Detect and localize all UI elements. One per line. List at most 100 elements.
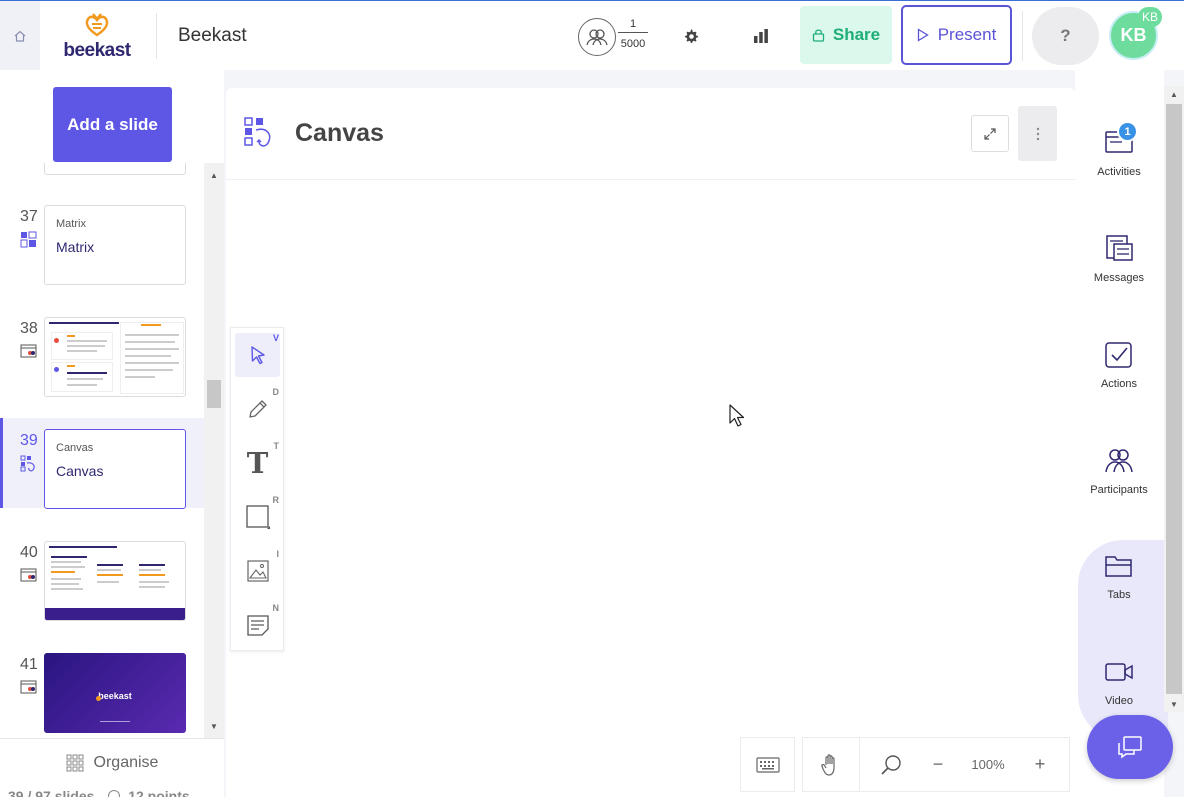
shortcut-key: V [272,333,279,343]
zoom-level: 100% [971,757,1005,772]
app-title: Beekast [178,25,247,46]
slides-panel: Add a slide 37 Matrix Matrix 38 39 Canva… [0,70,224,797]
participants-count-icon-wrap [578,18,616,56]
slide-thumbnail[interactable] [44,317,186,397]
organise-button[interactable]: Organise [0,738,224,786]
note-tool[interactable]: N [235,603,280,647]
text-tool[interactable]: T T [235,441,280,485]
slides-count: 39 / 97 slides [8,788,95,797]
share-label: Share [832,25,881,44]
zoom-search-button[interactable] [860,737,922,792]
fullscreen-button[interactable] [971,115,1009,152]
chat-button[interactable] [1087,715,1173,779]
gear-icon [685,29,698,43]
scroll-down-arrow[interactable]: ▼ [1164,696,1184,712]
canvas-icon [244,117,271,147]
present-label: Present [937,25,997,44]
people-icon [586,29,608,46]
zoom-out-button[interactable]: − [922,737,954,792]
page-scrollbar[interactable]: ▲ ▼ [1164,86,1184,712]
scroll-up-arrow[interactable]: ▲ [204,165,224,185]
participants-counter[interactable]: 1 5000 [578,16,658,56]
slide-list: 37 Matrix Matrix 38 39 Canvas Canvas 40 … [0,163,204,738]
statistics-button[interactable] [746,21,776,51]
slide-item[interactable]: 37 Matrix Matrix [0,194,204,285]
select-tool[interactable]: V [235,333,280,377]
zoom-in-button[interactable]: + [1022,737,1058,792]
slide-item[interactable]: 40 [0,530,204,621]
keyboard-shortcuts-button[interactable] [740,737,795,792]
header-divider [1022,11,1023,61]
canvas-icon [20,455,35,472]
slide-item[interactable]: 38 [0,306,204,397]
slide-item[interactable]: 41 beekast [0,642,204,733]
expand-icon [984,127,996,140]
sidebar-label: Messages [1093,272,1145,284]
logo-text: beekast [63,40,131,61]
sidebar-item-actions[interactable]: Actions [1075,340,1163,420]
add-slide-button[interactable]: Add a slide [53,87,172,162]
settings-button[interactable] [676,21,706,51]
header-divider [156,13,157,59]
slide-thumbnail[interactable]: beekast [44,653,186,733]
slide-card[interactable]: Canvas Canvas [44,429,186,509]
slide-number: 38 [20,320,38,337]
sidebar-item-activities[interactable]: Activities [1075,128,1163,208]
shape-tool[interactable]: R [235,495,280,539]
bar-chart-icon [754,29,768,43]
slide-thumbnail[interactable] [44,541,186,621]
slide-list-scrollbar[interactable]: ▲ ▼ [204,163,224,738]
more-options-button[interactable] [1018,106,1057,161]
sidebar-item-tabs[interactable]: Tabs [1075,551,1163,631]
sidebar-item-participants[interactable]: Participants [1075,446,1163,526]
rectangle-icon [245,505,270,529]
sidebar-item-messages[interactable]: Messages [1075,234,1163,314]
mouse-cursor-icon [729,404,745,427]
sidebar-label: Tabs [1107,589,1131,601]
sidebar-label: Participants [1090,484,1148,496]
organise-label: Organise [93,753,159,771]
home-icon [14,30,26,42]
slide-number: 37 [20,208,38,225]
slide-number: 40 [20,544,38,561]
matrix-icon [20,231,37,248]
actions-icon [1105,342,1132,368]
home-button[interactable] [0,1,40,71]
text-tool-icon: T [246,446,269,480]
slide-title: Matrix [56,239,95,255]
sidebar-label: Actions [1100,378,1138,390]
sticky-note-icon [246,615,269,636]
beekast-logo[interactable]: beekast [62,11,132,61]
pencil-icon [248,400,267,418]
scroll-thumb[interactable] [1166,104,1182,694]
slide-card[interactable]: Matrix Matrix [44,205,186,285]
slide-item-active[interactable]: 39 Canvas Canvas [0,418,204,509]
magnifier-icon [881,754,901,775]
presentation-icon [20,680,37,694]
canvas-header: Canvas [226,88,1075,180]
participants-current: 1 [618,18,648,33]
presentation-icon [20,344,37,358]
avatar-badge: KB [1138,7,1162,27]
video-icon [1105,663,1133,681]
image-tool[interactable]: I [235,549,280,593]
zoom-controls: − 100% + [802,737,1070,792]
share-button[interactable]: Share [800,6,892,64]
present-button[interactable]: Present [901,5,1012,65]
drawing-toolbar: V D T T R I N [230,327,284,651]
help-button[interactable]: ? [1032,7,1099,65]
shortcut-key: R [272,495,280,505]
slide-title: Canvas [56,463,104,479]
canvas-area[interactable] [226,180,1075,797]
participants-max: 5000 [620,38,646,50]
scroll-thumb[interactable] [207,380,221,408]
bee-logo-icon [85,13,109,37]
shortcut-key: I [276,549,279,559]
scroll-down-arrow[interactable]: ▼ [204,716,224,736]
footer-stats: 39 / 97 slides 12 points [8,788,190,797]
slide-card-partial[interactable] [44,163,186,175]
draw-tool[interactable]: D [235,387,280,431]
pan-tool-button[interactable] [803,737,859,792]
slide-number: 39 [20,432,38,449]
scroll-up-arrow[interactable]: ▲ [1164,86,1184,102]
